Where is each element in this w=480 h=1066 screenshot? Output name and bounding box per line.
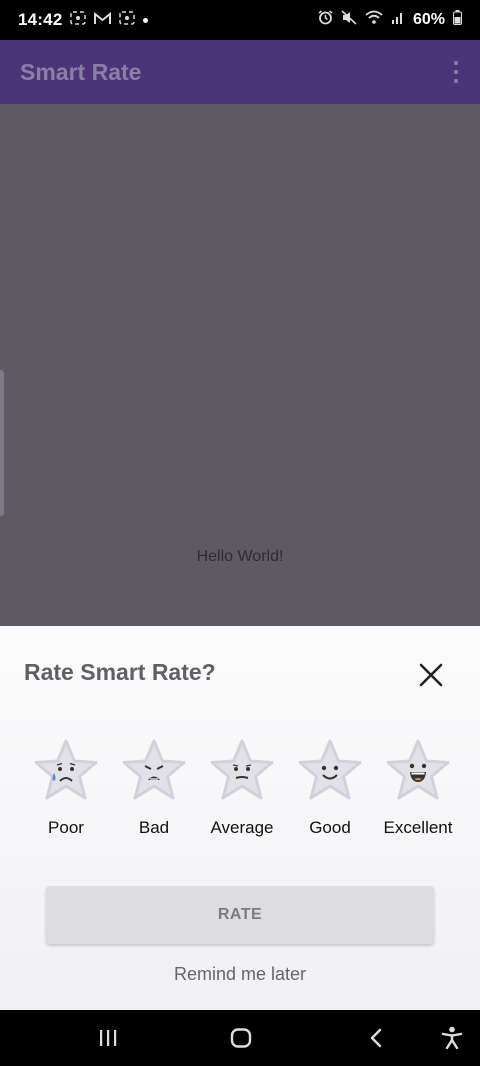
remind-me-later-button[interactable]: Remind me later: [0, 964, 480, 985]
recents-icon: [100, 1030, 117, 1046]
status-right: 60%: [318, 10, 462, 30]
rating-option-poor[interactable]: Poor: [24, 738, 108, 858]
close-icon: [419, 663, 443, 687]
content-scrim[interactable]: Hello World!: [0, 104, 480, 626]
recents-button[interactable]: [88, 1010, 128, 1066]
rating-label: Bad: [138, 818, 170, 837]
rating-label: Good: [309, 818, 351, 837]
app-title: Smart Rate: [20, 58, 142, 85]
alarm-icon: [318, 10, 333, 30]
back-icon: [370, 1028, 382, 1048]
wifi-icon: [365, 10, 383, 30]
status-left: 14:42: [18, 10, 149, 30]
notification-dot-icon: [143, 17, 149, 23]
home-icon: [230, 1028, 252, 1048]
rating-label: Poor: [48, 818, 84, 837]
overflow-menu-icon[interactable]: [446, 59, 466, 85]
battery-icon: [453, 10, 462, 30]
status-time: 14:42: [18, 10, 63, 29]
rating-option-bad[interactable]: Bad: [112, 738, 196, 858]
star-distressed-icon: [119, 738, 189, 804]
hello-text: Hello World!: [196, 548, 284, 565]
star-crying-icon: [31, 738, 101, 804]
star-smile-icon: [295, 738, 365, 804]
status-bar: 14:42 60%: [0, 0, 480, 40]
battery-level: 60%: [412, 11, 445, 28]
signal-icon: [391, 10, 405, 30]
rating-label: Average: [210, 818, 274, 837]
app-bar: Smart Rate: [0, 40, 480, 104]
gmail-icon: [94, 10, 112, 30]
accessibility-icon: [441, 1026, 463, 1050]
dialog-title: Rate Smart Rate?: [24, 659, 216, 685]
close-button[interactable]: [414, 660, 448, 690]
back-button[interactable]: [358, 1010, 394, 1066]
screenshot-icon: [70, 10, 87, 30]
rating-label: Excellent: [383, 818, 453, 837]
mute-icon: [341, 10, 357, 30]
rating-option-excellent[interactable]: Excellent: [376, 738, 460, 858]
star-neutral-icon: [207, 738, 277, 804]
navigation-bar: [0, 1010, 480, 1066]
rating-option-good[interactable]: Good: [288, 738, 372, 858]
screenshot-icon: [119, 10, 136, 30]
accessibility-button[interactable]: [432, 1010, 472, 1066]
rate-button[interactable]: RATE: [46, 886, 434, 944]
edge-panel-handle[interactable]: [0, 370, 4, 516]
home-button[interactable]: [220, 1010, 262, 1066]
rating-bottom-sheet: Rate Smart Rate? Poor Bad Average Good E…: [0, 626, 480, 1010]
star-grin-icon: [383, 738, 453, 804]
rating-option-average[interactable]: Average: [200, 738, 284, 858]
rating-options: Poor Bad Average Good Excellent: [24, 738, 460, 858]
